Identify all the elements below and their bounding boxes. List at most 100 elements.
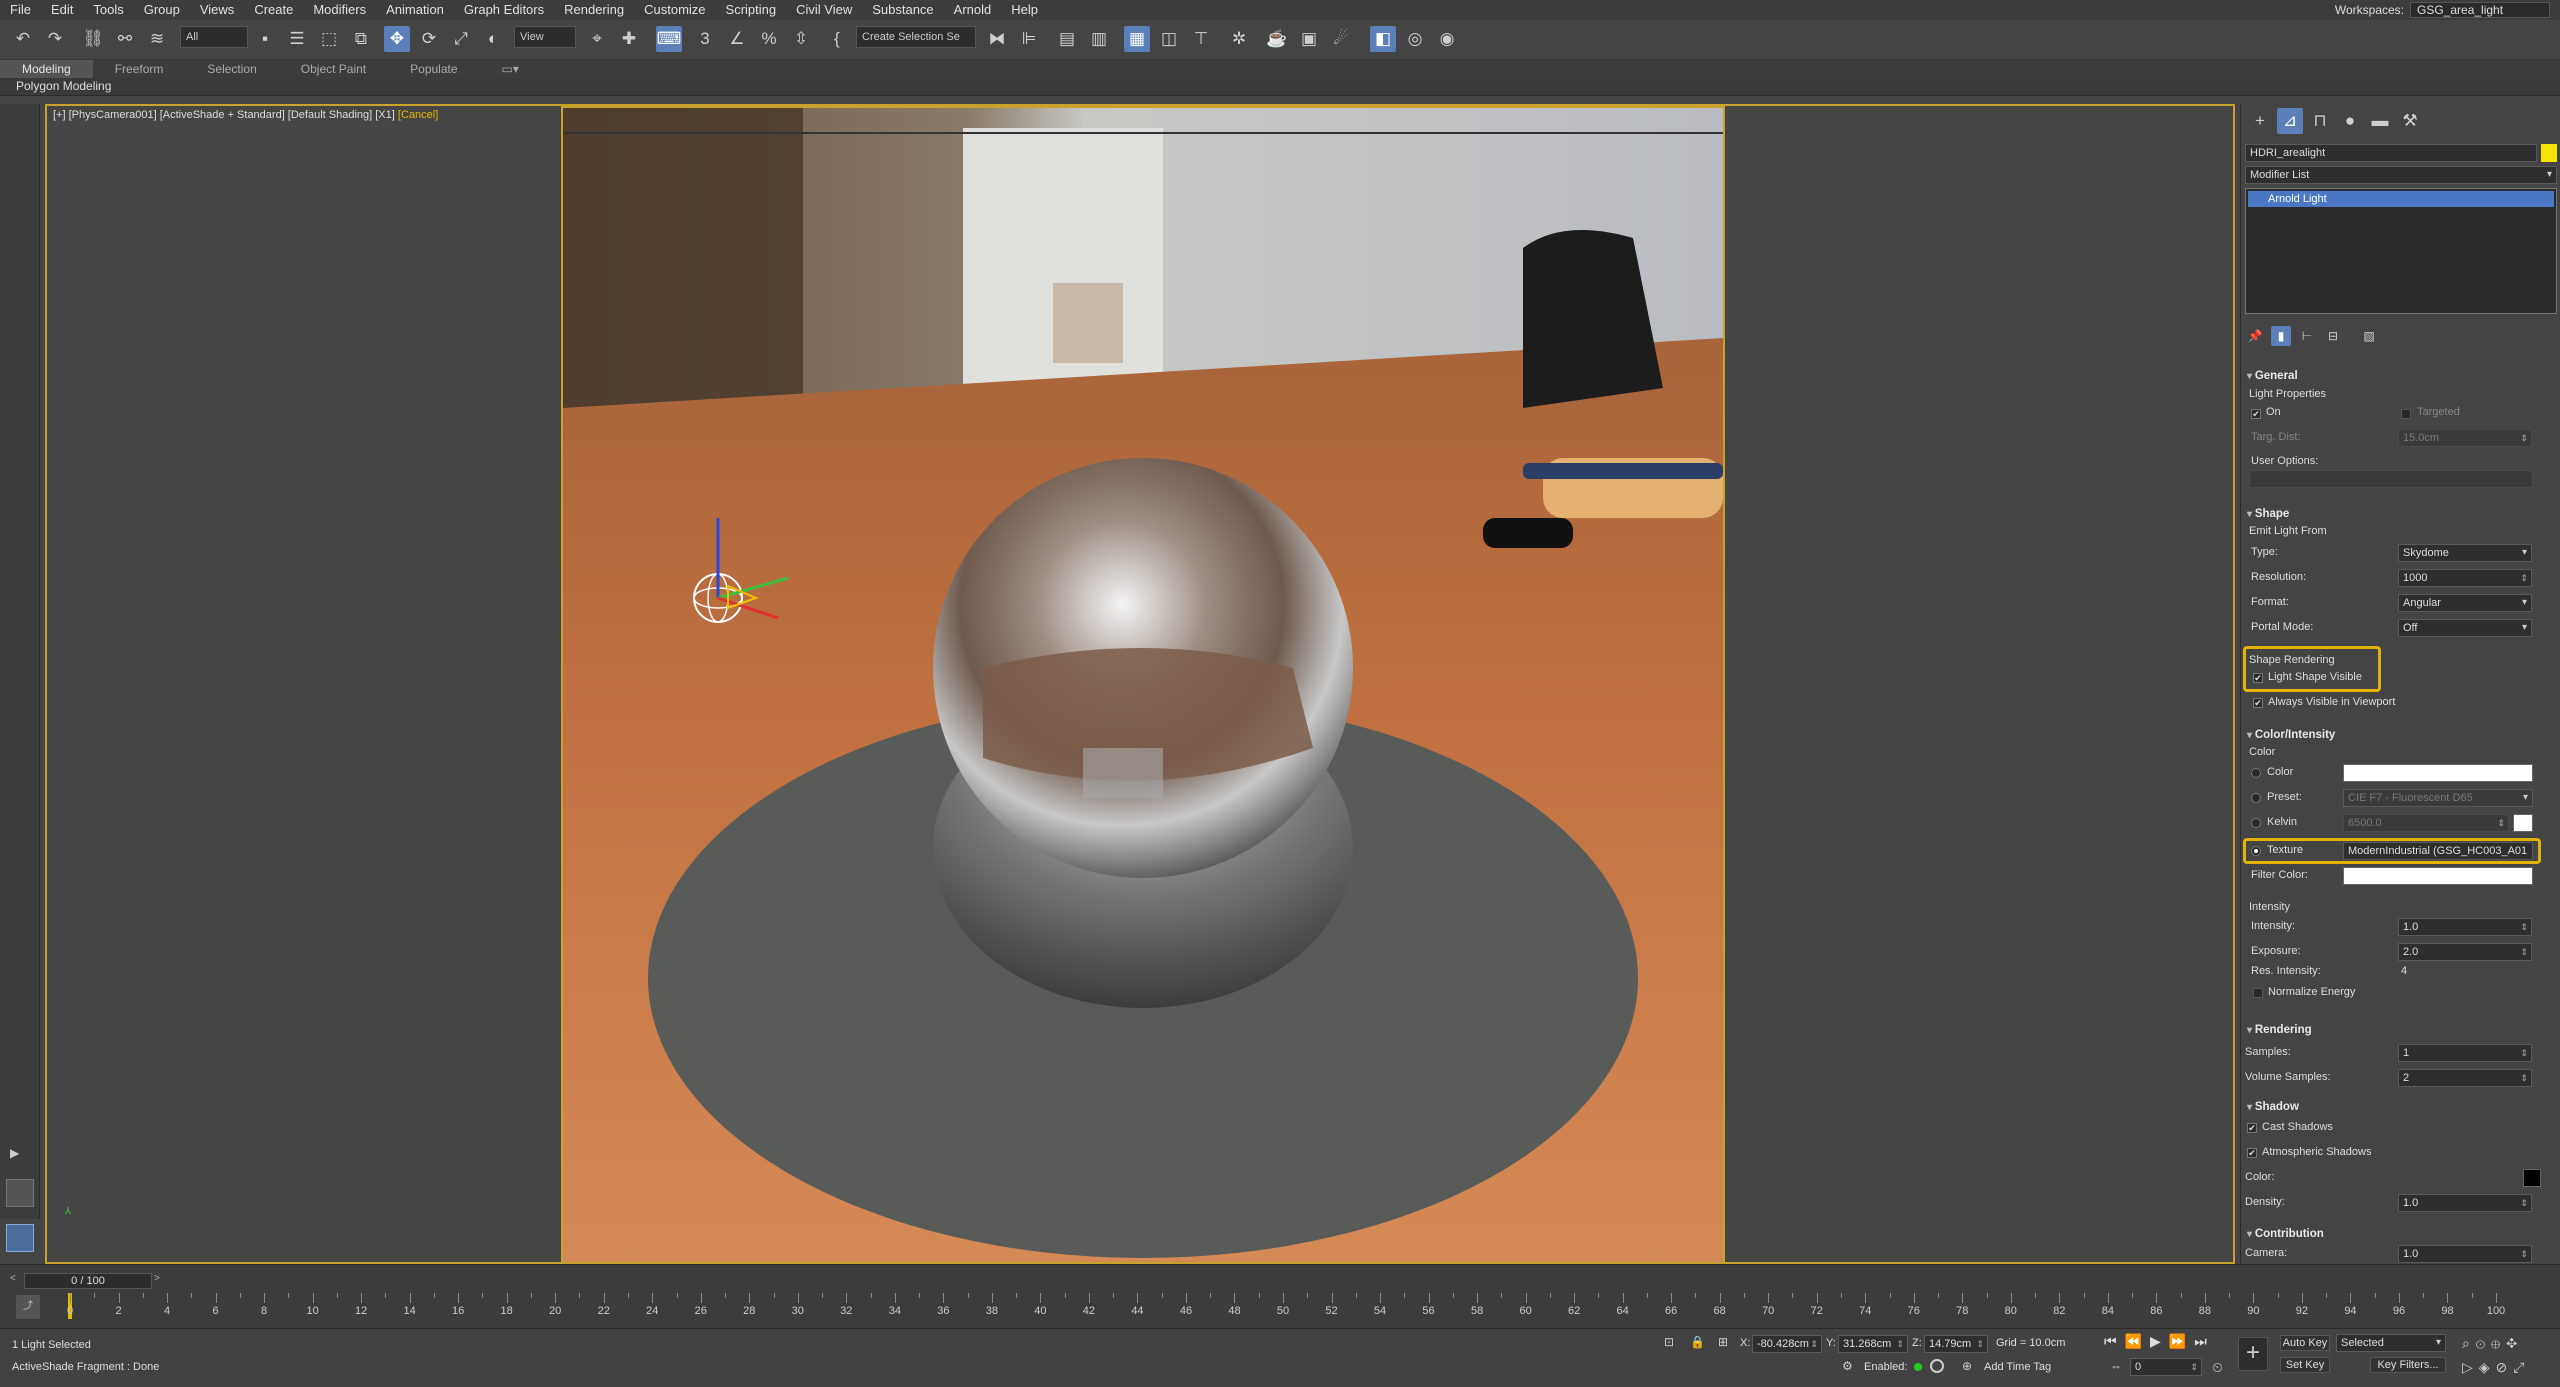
rollout-shape[interactable]: Shape — [2247, 508, 2547, 526]
set-key-big-icon[interactable]: + — [2238, 1337, 2268, 1371]
display-tab-icon[interactable]: ▬ — [2367, 108, 2393, 134]
rollout-color-intensity[interactable]: Color/Intensity — [2247, 729, 2547, 747]
menu-tools[interactable]: Tools — [83, 0, 133, 20]
rollout-rendering[interactable]: Rendering — [2247, 1024, 2547, 1042]
targ-dist-spinner[interactable]: 15.0cm — [2398, 429, 2532, 447]
layout-active-icon[interactable] — [6, 1224, 34, 1252]
mirror-icon[interactable]: ⧓ — [984, 26, 1010, 52]
atmospheric-shadows-checkbox[interactable]: ✔ — [2247, 1148, 2257, 1158]
menu-animation[interactable]: Animation — [376, 0, 454, 20]
time-tag-icon[interactable]: ⊕ — [1962, 1359, 1972, 1373]
menu-create[interactable]: Create — [244, 0, 303, 20]
menu-views[interactable]: Views — [190, 0, 244, 20]
selection-filter-dropdown[interactable]: All — [180, 26, 248, 48]
layer-explorer-icon[interactable]: ▥ — [1086, 26, 1112, 52]
cast-shadows-checkbox[interactable]: ✔ — [2247, 1123, 2257, 1133]
adaptive-degradation-icon[interactable] — [1930, 1359, 1944, 1373]
tab-selection[interactable]: Selection — [185, 60, 278, 78]
on-checkbox[interactable]: ✔ — [2251, 409, 2261, 419]
ribbon-options-icon[interactable]: ▭▾ — [480, 60, 541, 78]
time-slider[interactable]: 0 / 100 — [24, 1273, 152, 1289]
tab-populate[interactable]: Populate — [388, 60, 479, 78]
mini-curve-icon[interactable]: ⤴ — [16, 1295, 40, 1319]
scene-explorer-icon[interactable]: ▤ — [1054, 26, 1080, 52]
type-dropdown[interactable]: Skydome — [2398, 544, 2532, 562]
viewport-label[interactable]: [+] [PhysCamera001] [ActiveShade + Stand… — [53, 109, 438, 121]
normalize-energy-checkbox[interactable] — [2253, 988, 2263, 998]
current-frame-field[interactable]: 0 — [2130, 1358, 2202, 1376]
menu-graph-editors[interactable]: Graph Editors — [454, 0, 554, 20]
camera-spinner[interactable]: 1.0 — [2398, 1245, 2532, 1263]
menu-help[interactable]: Help — [1001, 0, 1048, 20]
place-icon[interactable]: ◐ — [480, 26, 506, 52]
user-options-field[interactable] — [2249, 470, 2533, 488]
menu-arnold[interactable]: Arnold — [944, 0, 1002, 20]
color-radio[interactable] — [2251, 768, 2261, 778]
portal-mode-dropdown[interactable]: Off — [2398, 619, 2532, 637]
pivot-center-icon[interactable]: ⌖ — [584, 26, 610, 52]
percent-snap-icon[interactable]: % — [756, 26, 782, 52]
light-shape-visible-checkbox[interactable]: ✔ — [2253, 673, 2263, 683]
set-key-button[interactable]: Set Key — [2280, 1357, 2330, 1373]
preset-radio[interactable] — [2251, 793, 2261, 803]
rollout-contribution[interactable]: Contribution — [2247, 1228, 2547, 1246]
preset-dropdown[interactable]: CIE F7 - Fluorescent D65 — [2343, 789, 2533, 807]
select-scale-icon[interactable]: ⤢ — [448, 26, 474, 52]
object-color-swatch[interactable] — [2541, 144, 2557, 162]
menu-civil-view[interactable]: Civil View — [786, 0, 862, 20]
kelvin-swatch[interactable] — [2513, 814, 2533, 832]
angle-snap-icon[interactable]: ∠ — [724, 26, 750, 52]
selection-set-dropdown[interactable]: Create Selection Se — [856, 26, 976, 48]
key-filters-button[interactable]: Key Filters... — [2370, 1357, 2446, 1373]
abs-mode-icon[interactable]: ⊞ — [1718, 1335, 1728, 1349]
align-icon[interactable]: ⊫ — [1016, 26, 1042, 52]
isolate-icon[interactable]: ⊡ — [1664, 1335, 1674, 1349]
texture-map-button[interactable]: ModernIndustrial (GSG_HC003_A01 — [2343, 842, 2533, 860]
remove-modifier-icon[interactable]: ⊟ — [2323, 326, 2343, 346]
snaps-toggle-icon[interactable]: 3 — [692, 26, 718, 52]
tab-freeform[interactable]: Freeform — [93, 60, 186, 78]
color-swatch[interactable] — [2343, 764, 2533, 782]
key-selection-dropdown[interactable]: Selected — [2336, 1334, 2446, 1352]
arnold-render-icon[interactable]: ◉ — [1434, 26, 1460, 52]
viewport[interactable]: [+] [PhysCamera001] [ActiveShade + Stand… — [45, 104, 2235, 1264]
curve-editor-icon[interactable]: ◫ — [1156, 26, 1182, 52]
schematic-view-icon[interactable]: ⊤ — [1188, 26, 1214, 52]
x-coord-field[interactable]: -80.428cm — [1752, 1335, 1822, 1353]
nav-zoom-icons[interactable]: ⌕⊙⊕✥ — [2462, 1335, 2523, 1352]
menu-rendering[interactable]: Rendering — [554, 0, 634, 20]
spinner-snap-icon[interactable]: ⇳ — [788, 26, 814, 52]
render-production-icon[interactable]: ☄ — [1328, 26, 1354, 52]
time-next-icon[interactable]: > — [154, 1273, 164, 1287]
select-manipulate-icon[interactable]: ✚ — [616, 26, 642, 52]
undo-icon[interactable]: ↶ — [10, 26, 36, 52]
menu-scripting[interactable]: Scripting — [716, 0, 787, 20]
configure-sets-icon[interactable]: ▧ — [2359, 326, 2379, 346]
intensity-spinner[interactable]: 1.0 — [2398, 918, 2532, 936]
object-name-field[interactable]: HDRI_arealight — [2245, 144, 2537, 162]
script-icon[interactable]: ⚙ — [1842, 1359, 1853, 1373]
edit-named-sel-icon[interactable]: { — [824, 26, 850, 52]
tab-modeling[interactable]: Modeling — [0, 60, 93, 78]
resolution-spinner[interactable]: 1000 — [2398, 569, 2532, 587]
ribbon-subtitle[interactable]: Polygon Modeling — [16, 79, 111, 93]
link-icon[interactable]: ⛓ — [80, 26, 106, 52]
rendered-frame-icon[interactable]: ▣ — [1296, 26, 1322, 52]
make-unique-icon[interactable]: ⊢ — [2297, 326, 2317, 346]
a360-icon[interactable]: ◎ — [1402, 26, 1428, 52]
texture-radio[interactable] — [2251, 846, 2261, 856]
workspace-dropdown[interactable]: GSG_area_light — [2410, 2, 2550, 18]
always-visible-checkbox[interactable]: ✔ — [2253, 698, 2263, 708]
menu-file[interactable]: File — [0, 0, 41, 20]
select-object-icon[interactable]: ▪ — [252, 26, 278, 52]
volume-samples-spinner[interactable]: 2 — [2398, 1069, 2532, 1087]
shadow-color-swatch[interactable] — [2523, 1169, 2541, 1187]
key-mode-icon[interactable]: ⇔ — [2110, 1359, 2122, 1373]
z-coord-field[interactable]: 14.79cm — [1924, 1335, 1988, 1353]
show-end-result-icon[interactable]: ▮ — [2271, 326, 2291, 346]
activeshade-icon[interactable]: ◧ — [1370, 26, 1396, 52]
kelvin-spinner[interactable]: 6500.0 — [2343, 814, 2509, 832]
ribbon-toggle-icon[interactable]: ▦ — [1124, 26, 1150, 52]
motion-tab-icon[interactable]: ● — [2337, 108, 2363, 134]
select-move-icon[interactable]: ✥ — [384, 26, 410, 52]
